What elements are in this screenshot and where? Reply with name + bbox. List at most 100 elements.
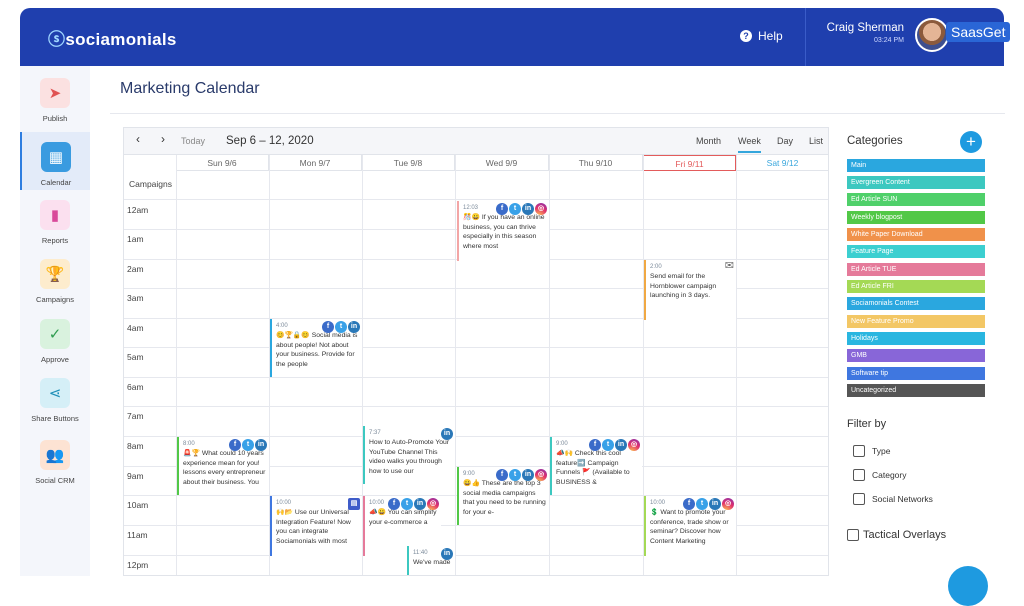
social-icons: f t in ◎ (683, 498, 734, 510)
calendar-event[interactable]: ▤ 10:00 🙌📂 Use our Universal Integration… (270, 496, 362, 556)
help-link[interactable]: ? Help (740, 29, 783, 43)
hour-label: 10am (127, 500, 149, 510)
calendar-toolbar: ‹ › Today Sep 6 – 12, 2020 Month Week Da… (124, 128, 828, 155)
calendar-event[interactable]: f t in ◎ 9:00 😀👍 These are the top 3 social… (457, 467, 549, 525)
today-button[interactable]: Today (181, 136, 205, 146)
send-icon: ➤ (40, 78, 70, 108)
calendar-event[interactable]: f t in ◎ 12:03 🎊😀 If you have an online bus… (457, 201, 549, 261)
twitter-icon: t (401, 498, 413, 510)
logo-text: sociamonials (65, 30, 177, 49)
app-frame: ⓢsociamonials ? Help Craig Sherman 03:24 … (0, 0, 1024, 606)
social-networks-checkbox[interactable] (853, 493, 865, 505)
view-list-tab[interactable]: List (809, 136, 823, 146)
plus-icon: + (966, 132, 976, 151)
linkedin-icon: in (414, 498, 426, 510)
category-item[interactable]: Sociamonials Contest (847, 297, 985, 310)
category-item[interactable]: Ed Article SUN (847, 193, 985, 206)
category-item[interactable]: Holidays (847, 332, 985, 345)
event-text: 😀👍 These are the top 3 social media camp… (463, 480, 546, 516)
calendar-event[interactable]: in 11:40 We've made (407, 546, 455, 575)
calendar-event[interactable]: in 7:37 How to Auto-Promote Your YouTube… (363, 426, 455, 484)
hour-row: 6am (124, 377, 828, 407)
category-item[interactable]: Feature Page (847, 245, 985, 258)
day-header[interactable]: Tue 9/8 (362, 155, 455, 171)
category-item[interactable]: GMB (847, 349, 985, 362)
linkedin-icon: in (441, 428, 453, 440)
categories-title: Categories (847, 135, 903, 147)
prev-week-button[interactable]: ‹ (129, 132, 147, 146)
sidebar-item-calendar[interactable]: ▦ Calendar (20, 132, 90, 190)
day-header[interactable]: Sat 9/12 (736, 155, 828, 171)
instagram-icon: ◎ (535, 203, 547, 215)
category-item[interactable]: White Paper Download (847, 228, 985, 241)
hour-label: 8am (127, 441, 144, 451)
twitter-icon: t (335, 321, 347, 333)
category-checkbox[interactable] (853, 469, 865, 481)
day-header[interactable]: Sun 9/6 (176, 155, 269, 171)
event-time: 2:00 (650, 264, 662, 270)
day-header[interactable]: Mon 9/7 (269, 155, 362, 171)
category-item[interactable]: New Feature Promo (847, 315, 985, 328)
view-week-tab[interactable]: Week (738, 136, 761, 153)
category-item[interactable]: Evergreen Content (847, 176, 985, 189)
twitter-icon: t (602, 439, 614, 451)
instagram-icon: ◎ (427, 498, 439, 510)
sidebar-item-social-crm[interactable]: 👥 Social CRM (20, 440, 90, 485)
app-logo[interactable]: ⓢsociamonials (48, 25, 177, 50)
category-item[interactable]: Main (847, 159, 985, 172)
user-name: Craig Sherman (826, 22, 904, 34)
sidebar-item-campaigns[interactable]: 🏆 Campaigns (20, 259, 90, 304)
view-day-tab[interactable]: Day (777, 136, 793, 146)
user-time: 03:24 PM (874, 37, 904, 44)
sidebar-item-publish[interactable]: ➤ Publish (20, 78, 90, 134)
category-item[interactable]: Ed Article TUE (847, 263, 985, 276)
hour-label: 2am (127, 264, 144, 274)
category-item[interactable]: Ed Article FRI (847, 280, 985, 293)
social-icons: in (441, 428, 453, 440)
event-text: 💲 Want to promote your conference, trade… (650, 509, 729, 545)
day-header[interactable]: Wed 9/9 (455, 155, 549, 171)
day-header-today[interactable]: Fri 9/11 (643, 155, 736, 171)
twitter-icon: t (696, 498, 708, 510)
linkedin-icon: in (522, 469, 534, 481)
twitter-icon: t (509, 203, 521, 215)
email-icon: ✉ (724, 260, 734, 272)
campaigns-row-label: Campaigns (129, 179, 172, 189)
category-item[interactable]: Uncategorized (847, 384, 985, 397)
sidebar-item-reports[interactable]: ▮ Reports (20, 200, 90, 245)
calendar-event[interactable]: f t in ◎ 9:00 📣🙌 Check this cool feature➡️ … (550, 437, 642, 495)
calendar-event[interactable]: ✉ 2:00 Send email for the Hornblower cam… (644, 260, 736, 320)
view-month-tab[interactable]: Month (696, 136, 721, 146)
next-week-button[interactable]: › (154, 132, 172, 146)
sidebar-item-approve[interactable]: ✓ Approve (20, 319, 90, 364)
facebook-icon: f (589, 439, 601, 451)
event-text: 🚨🏆 What could 10 years experience mean f… (183, 450, 266, 486)
category-item[interactable]: Software tip (847, 367, 985, 380)
event-text: 😊🏆🔒😊 Social media is about people! Not a… (276, 332, 358, 368)
add-category-button[interactable]: + (960, 131, 982, 153)
category-item[interactable]: Weekly blogpost (847, 211, 985, 224)
social-icons: f t in (229, 439, 267, 451)
image-check-icon: ✓ (40, 319, 70, 349)
watermark-badge: SaasGet (946, 22, 1011, 42)
tactical-overlays-checkbox[interactable] (847, 529, 859, 541)
calendar-event[interactable]: f t in ◎ 10:00 💲 Want to promote your confe… (644, 496, 736, 556)
event-icons: ▤ (348, 498, 360, 510)
sidebar-item-share-buttons[interactable]: ⋖ Share Buttons (20, 378, 90, 423)
social-icons: in (441, 548, 453, 560)
floating-action-button[interactable] (948, 566, 988, 606)
calendar-event[interactable]: f t in 4:00 😊🏆🔒😊 Social media is about peo… (270, 319, 362, 377)
facebook-icon: f (496, 203, 508, 215)
calendar-icon: ▦ (41, 142, 71, 172)
user-info[interactable]: Craig Sherman 03:24 PM (826, 22, 904, 44)
day-header[interactable]: Thu 9/10 (549, 155, 643, 171)
type-checkbox[interactable] (853, 445, 865, 457)
facebook-icon: f (683, 498, 695, 510)
avatar[interactable] (915, 18, 949, 52)
hour-row: 5am (124, 347, 828, 377)
date-range: Sep 6 – 12, 2020 (226, 135, 314, 147)
linkedin-icon: in (255, 439, 267, 451)
help-label: Help (758, 29, 783, 43)
calendar-event[interactable]: f t in 8:00 🚨🏆 What could 10 years experie… (177, 437, 269, 495)
hour-label: 11am (127, 530, 148, 540)
